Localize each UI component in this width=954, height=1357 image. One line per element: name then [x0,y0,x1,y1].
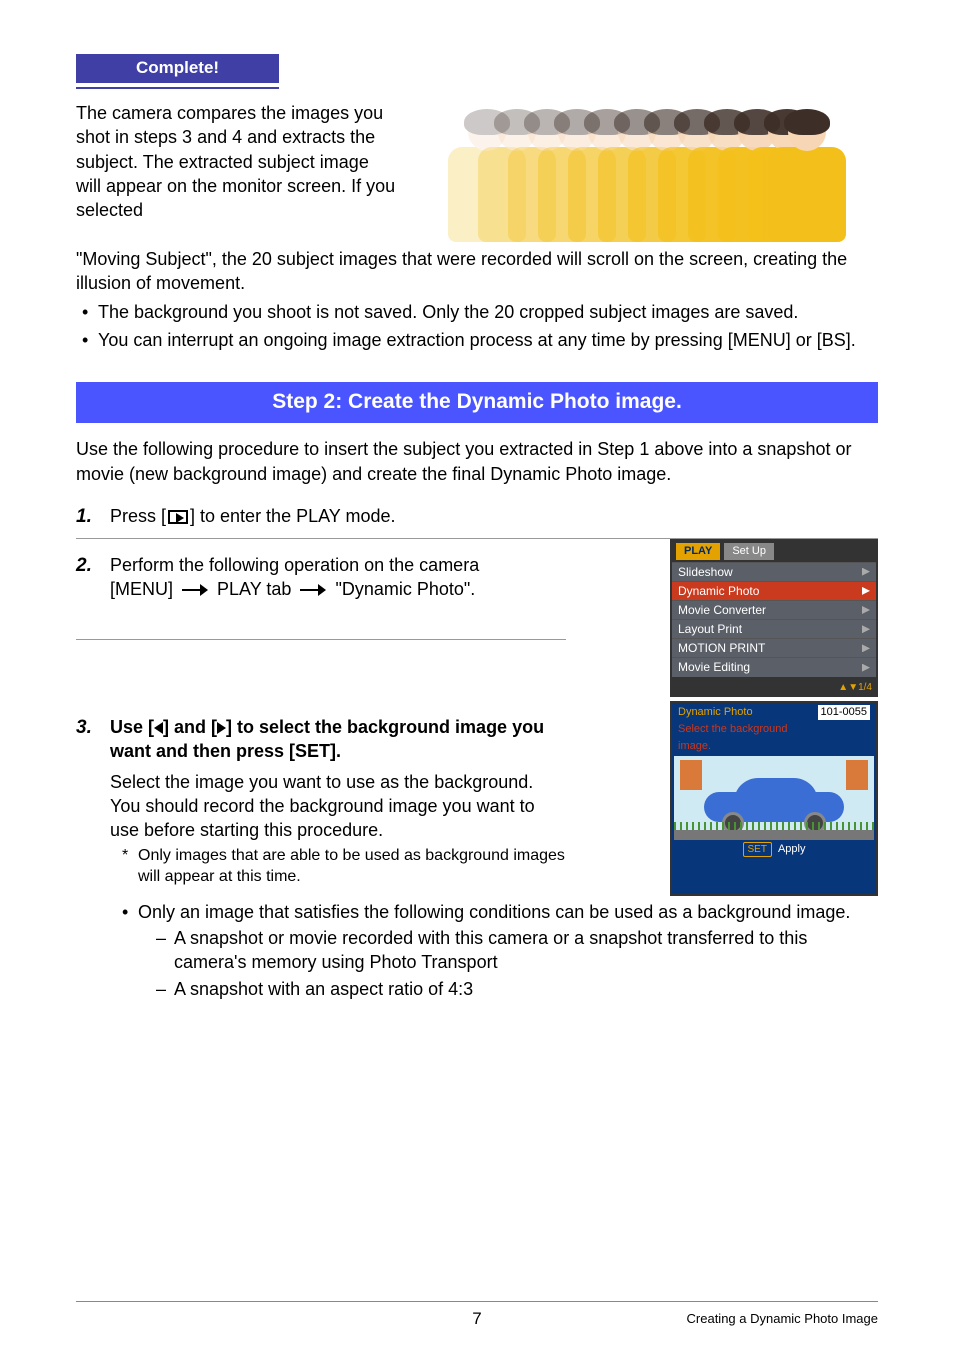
complete-label: Complete! [76,54,279,83]
step3-sub1: Select the image you want to use as the … [110,770,566,794]
step3-inner-bullet: Only an image that satisfies the followi… [120,900,878,1001]
para-complete-b: "Moving Subject", the 20 subject images … [76,247,878,296]
step3-dash-1: A snapshot or movie recorded with this c… [156,926,878,975]
bgshot-msg2: image. [672,739,876,756]
para-complete-a: The camera compares the images you shot … [76,101,396,222]
menu-tab-play: PLAY [676,543,720,560]
step2-line1: Perform the following operation on the c… [110,553,566,577]
arrow-right-icon [182,585,208,595]
triangle-left-icon [154,722,163,734]
footer-section: Creating a Dynamic Photo Image [687,1310,878,1328]
menu-tab-setup: Set Up [724,543,774,560]
step3-star-note: Only images that are able to be used as … [110,845,566,888]
step1-post: ] to enter the PLAY mode. [190,506,395,526]
bullet-interrupt: You can interrupt an ongoing image extra… [80,328,878,352]
s3b: ] and [ [163,717,217,737]
chevron-right-icon [862,606,870,614]
arrow-right-icon [300,585,326,595]
bgshot-filename: 101-0055 [818,705,871,720]
background-select-screenshot: Dynamic Photo 101-0055 Select the backgr… [670,701,878,896]
step2-l2c: "Dynamic Photo". [335,579,475,599]
moving-subject-illustration [442,101,852,251]
menu-item-dynamic-photo: Dynamic Photo [672,581,876,600]
chevron-right-icon [862,664,870,672]
chevron-right-icon [862,625,870,633]
menu-item-movie-converter: Movie Converter [672,600,876,619]
step2-intro: Use the following procedure to insert th… [76,437,878,486]
bgshot-msg1: Select the background [672,722,876,739]
bullet-bg-not-saved: The background you shoot is not saved. O… [80,300,878,324]
step-number-1: 1. [76,504,100,530]
step-3-bold: Use [] and [] to select the background i… [110,715,566,764]
chevron-right-icon [862,587,870,595]
step1-pre: Press [ [110,506,166,526]
bgshot-apply-label: Apply [778,842,806,858]
step-1-text: Press [ ] to enter the PLAY mode. [110,504,878,530]
step3-ib1-text: Only an image that satisfies the followi… [138,902,850,922]
step-number-3: 3. [76,715,100,888]
camera-menu-screenshot: PLAY Set Up Slideshow Dynamic Photo Movi… [670,539,878,697]
menu-item-layout-print: Layout Print [672,619,876,638]
chevron-right-icon [862,644,870,652]
menu-item-movie-editing: Movie Editing [672,657,876,676]
s3a: Use [ [110,717,154,737]
bgshot-title: Dynamic Photo [678,705,753,720]
bgshot-set-label: SET [743,842,772,858]
page-footer: 7 Creating a Dynamic Photo Image [76,1301,878,1331]
play-icon [168,510,188,524]
complete-underline [76,87,279,89]
step2-header: Step 2: Create the Dynamic Photo image. [76,382,878,423]
triangle-right-icon [217,722,226,734]
bgshot-image [674,756,874,840]
chevron-right-icon [862,568,870,576]
menu-item-slideshow: Slideshow [672,562,876,581]
step-number-2: 2. [76,553,100,602]
step3-sub2: You should record the background image y… [110,794,566,843]
step-2-text: Perform the following operation on the c… [110,553,566,602]
menu-item-motion-print: MOTION PRINT [672,638,876,657]
step3-dash-2: A snapshot with an aspect ratio of 4:3 [156,977,878,1001]
step2-l2a: [MENU] [110,579,178,599]
menu-page-indicator: ▲▼1/4 [838,682,872,693]
step2-l2b: PLAY tab [217,579,296,599]
